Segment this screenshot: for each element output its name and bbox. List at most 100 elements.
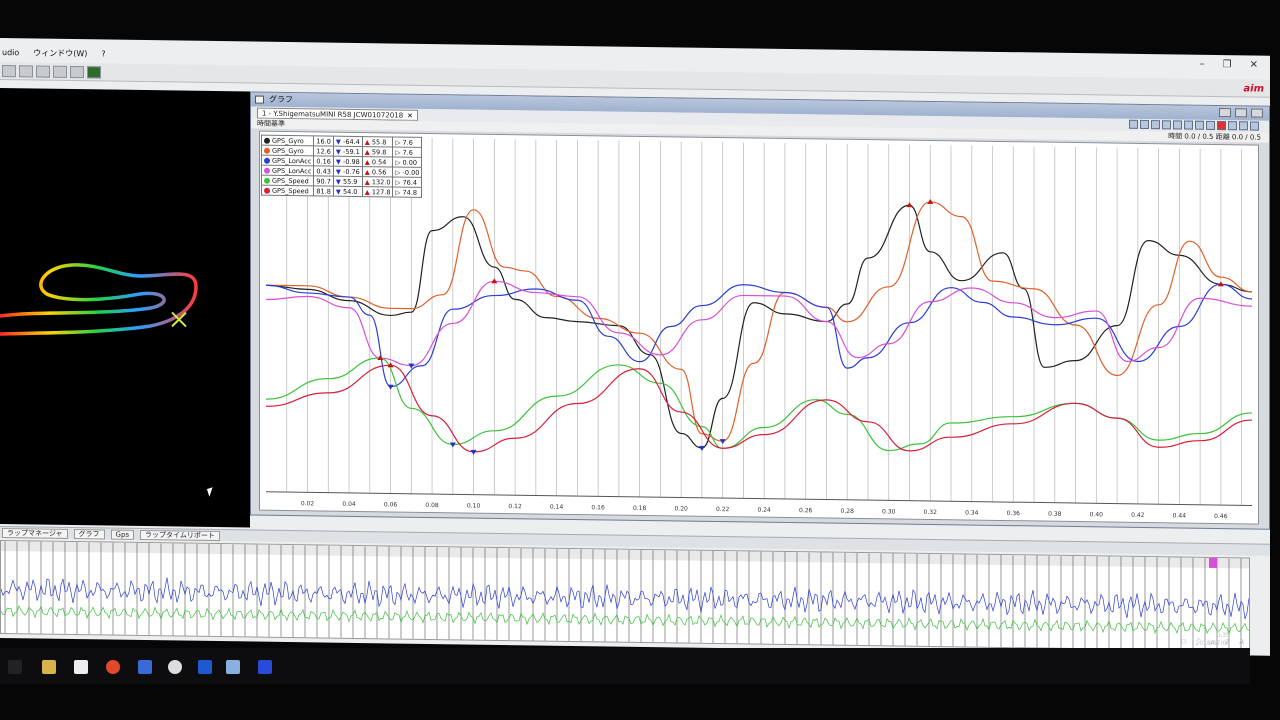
brand-logo: aim [1243, 83, 1264, 95]
mail-icon[interactable] [74, 660, 88, 674]
strip-gyro-trace [0, 577, 1250, 620]
x-axis [266, 491, 1252, 506]
toolbar-button-4[interactable] [53, 65, 67, 78]
clock[interactable]: 0:35 2018/07/06 [1195, 632, 1230, 648]
legend-current-value: 90.7 [313, 175, 334, 187]
legend-current-value: 0.43 [313, 165, 334, 177]
lap-overview-chart[interactable] [0, 541, 1250, 651]
legend-row[interactable]: GPS_Speed 81.8 ▼ 54.0 ▲ 127.8 ▷ 74.8 [261, 185, 422, 198]
race-studio-icon[interactable] [258, 660, 272, 674]
minimize-icon[interactable]: – [1200, 59, 1205, 70]
print-icon[interactable] [1206, 120, 1215, 130]
x-tick-label: 0.08 [425, 502, 439, 509]
legend-delta-value: ▷ 74.8 [392, 186, 422, 198]
people-icon[interactable]: ⚇ [1181, 638, 1187, 646]
x-tick-label: 0.02 [301, 500, 315, 507]
file-explorer-icon[interactable] [42, 660, 56, 674]
cursor-icon[interactable] [1173, 120, 1182, 130]
tab-laptime-report[interactable]: ラップタイムリポート [140, 529, 220, 541]
x-tick-label: 0.10 [467, 503, 481, 510]
legend-channel-name: GPS_LonAcc [261, 165, 314, 176]
legend-max-value: ▲ 55.8 [362, 136, 393, 147]
strip-current-lap-marker [1209, 557, 1217, 568]
legend-min-value: ▼ 55.9 [333, 176, 363, 187]
x-tick-label: 0.28 [841, 508, 855, 515]
graph-window: グラフ 1 - Y.ShigematsuMINI R58 JCW01072018… [250, 91, 1270, 530]
x-tick-label: 0.32 [924, 509, 938, 516]
x-tick-label: 0.04 [342, 501, 356, 508]
list-icon[interactable] [1239, 121, 1248, 131]
legend-max-value: ▲ 0.56 [362, 166, 393, 177]
tab-gps[interactable]: Gps [110, 529, 135, 540]
wrench-icon[interactable] [1250, 121, 1259, 131]
legend-delta-value: ▷ 76.4 [392, 176, 422, 188]
legend-min-value: ▼ 54.0 [333, 186, 363, 197]
graph-window-icon [255, 95, 264, 104]
measure-icon[interactable] [1184, 120, 1193, 130]
menu-item-studio[interactable]: udio [2, 48, 19, 57]
lap-overview-strip[interactable] [0, 540, 1250, 652]
chrome-icon[interactable] [106, 660, 120, 674]
x-tick-label: 0.46 [1214, 513, 1228, 520]
max-marker [906, 202, 913, 208]
x-tick-label: 0.18 [633, 505, 647, 512]
legend-min-value: ▼ -0.98 [333, 156, 363, 167]
tab-lap-manager[interactable]: ラップマネージャ [2, 527, 68, 539]
app-icon-3[interactable] [226, 660, 240, 674]
toolbar-button-6[interactable] [87, 65, 101, 78]
zoom-out-icon[interactable] [1140, 119, 1149, 130]
clock-time: 0:35 [1216, 632, 1230, 639]
x-tick-label: 0.40 [1090, 511, 1104, 518]
settings-icon[interactable] [1195, 120, 1204, 130]
series-line [265, 364, 1253, 453]
graph-minimize-icon[interactable] [1219, 108, 1231, 118]
zoom-in-icon[interactable] [1129, 119, 1138, 129]
x-tick-label: 0.44 [1173, 512, 1187, 519]
menu-item-help[interactable]: ? [101, 49, 105, 58]
toolbar-button-2[interactable] [19, 64, 33, 77]
toolbar-button-1[interactable] [2, 64, 16, 77]
legend-channel-name: GPS_LonAcc [261, 155, 314, 166]
clock-date: 2018/07/06 [1195, 640, 1230, 647]
graph-tools [1129, 119, 1259, 131]
graph-maximize-icon[interactable] [1235, 108, 1247, 118]
toolbar-button-3[interactable] [36, 65, 50, 78]
close-icon[interactable]: ✕ [1250, 59, 1258, 70]
app-icon-2[interactable] [198, 660, 212, 674]
x-tick-label: 0.26 [799, 507, 813, 514]
input-language[interactable]: A [1239, 638, 1244, 646]
legend-delta-value: ▷ -0.00 [392, 166, 422, 178]
tab-graph[interactable]: グラフ [73, 528, 105, 539]
legend-current-value: 12.6 [313, 145, 334, 157]
toolbar-button-5[interactable] [70, 65, 84, 78]
max-marker [927, 198, 934, 204]
layout-icon[interactable] [1228, 121, 1237, 131]
legend-min-value: ▼ -0.76 [333, 166, 363, 177]
zoom-fit-icon[interactable] [1151, 120, 1160, 130]
x-tick-label: 0.14 [550, 504, 564, 511]
graph-close-icon[interactable] [1251, 108, 1263, 118]
legend-channel-name: GPS_Gyro [261, 135, 314, 146]
strip-speed-trace [0, 604, 1250, 636]
x-tick-label: 0.38 [1048, 511, 1062, 518]
tab-close-icon[interactable]: × [407, 112, 413, 120]
legend-channel-name: GPS_Gyro [261, 145, 314, 156]
x-tick-label: 0.30 [882, 508, 896, 515]
x-tick-label: 0.22 [716, 506, 730, 513]
taskbar-search-icon[interactable] [8, 660, 22, 674]
app-window: udio ウィンドウ(W) ? – ❐ ✕ aim グラフ 1 - Y.Shig… [0, 38, 1270, 656]
menu-item-window[interactable]: ウィンドウ(W) [33, 47, 87, 59]
pan-icon[interactable] [1162, 120, 1171, 130]
restore-icon[interactable]: ❐ [1223, 59, 1232, 70]
legend-current-value: 16.0 [313, 135, 334, 147]
time-base-label: 時間基準 [257, 119, 285, 128]
track-map [0, 263, 198, 336]
window-controls: – ❐ ✕ [1200, 59, 1258, 71]
legend-current-value: 81.8 [313, 185, 334, 197]
weather-icon[interactable] [168, 660, 182, 674]
app-icon-1[interactable] [138, 660, 152, 674]
marker-icon[interactable] [1217, 120, 1226, 131]
legend-max-value: ▲ 59.8 [362, 146, 393, 157]
legend-min-value: ▼ -64.4 [333, 136, 363, 147]
channel-legend: GPS_Gyro 16.0 ▼ -64.4 ▲ 55.8 ▷ 7.6 GPS_Gyro 12… [261, 134, 423, 198]
